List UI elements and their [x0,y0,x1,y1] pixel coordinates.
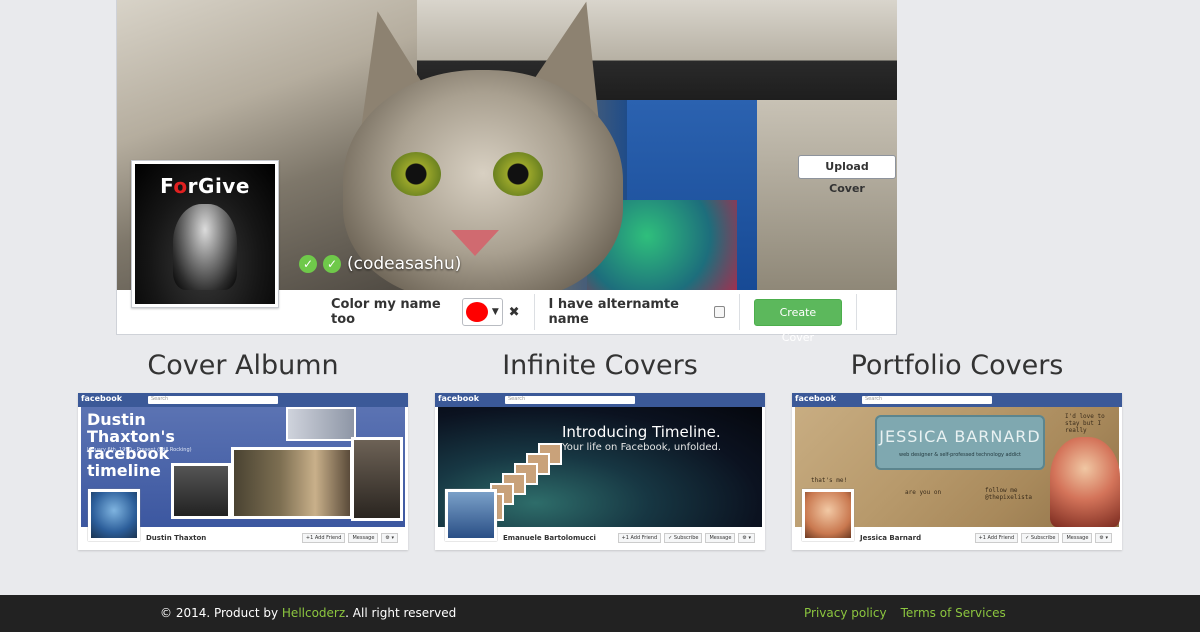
profile-name: Emanuele Bartolomucci [503,534,596,542]
site-footer: © 2014. Product by Hellcoderz. All right… [0,595,1200,632]
brand-link[interactable]: Hellcoderz [282,606,345,620]
profile-picture [88,489,140,541]
verified-icon: ✓ [323,255,341,273]
avatar-caption: ForGive [160,174,250,198]
privacy-policy-link[interactable]: Privacy policy [804,606,887,620]
facebook-logo: facebook [81,394,123,403]
facebook-header: facebook Search [792,393,1122,407]
search-field: Search [505,396,635,404]
message-button: Message [705,533,736,543]
divider [738,294,740,330]
gear-icon: ⚙ ▾ [381,533,398,543]
thumbnail-headline: Introducing Timeline. [562,423,721,441]
cover-toolbar: Color my name too ▼ ✖ I have alternamte … [331,290,871,344]
photo-frame [351,437,403,521]
thumbnail-headline: JESSICA BARNARD [879,427,1041,446]
cover-photo-wall [757,100,897,290]
gallery-title: Portfolio Covers [850,350,1064,381]
message-button: Message [1062,533,1093,543]
profile-picture [445,489,497,541]
add-friend-button: +1 Add Friend [617,533,662,543]
photo-frame [171,463,231,519]
subscribe-button: ✓ Subscribe [664,533,703,543]
gallery-title: Infinite Covers [502,350,698,381]
gear-icon: ⚙ ▾ [738,533,755,543]
search-field: Search [148,396,278,404]
joker-figure [173,204,237,290]
color-name-label: Color my name too [331,297,441,327]
photo-frame [231,447,353,519]
verified-icon: ✓ [299,255,317,273]
thumbnail-subline: Your life on Facebook, unfolded. [562,442,722,453]
terms-of-service-link[interactable]: Terms of Services [901,606,1006,620]
cover-username: (codeasashu) [347,254,462,274]
divider [856,294,858,330]
add-friend-button: +1 Add Friend [301,533,346,543]
create-cover-button[interactable]: Create Cover [753,298,843,344]
gallery-thumbnail[interactable]: facebook Search Dustin Thaxton's faceboo… [78,393,408,550]
gallery-thumbnail[interactable]: facebook Search JESSICA BARNARD web desi… [792,393,1122,550]
thumbnail-subline: January 6th, 1990 - Present (Still Rocki… [87,447,192,453]
facebook-header: facebook Search [78,393,408,407]
chevron-down-icon: ▼ [491,307,499,317]
message-button: Message [348,533,379,543]
profile-picture [802,489,854,541]
photo-frame [286,407,356,441]
doodle-note: follow me @thepixelista [985,487,1032,501]
cover-editor: ✓ ✓ (codeasashu) Upload Cover ForGive Co… [116,0,897,344]
profile-actions: +1 Add Friend Message ⚙ ▾ [301,533,398,543]
upload-cover-button[interactable]: Upload Cover [798,155,896,195]
gallery-thumbnail[interactable]: facebook Search Introducing Timeline. Yo… [435,393,765,550]
facebook-header: facebook Search [435,393,765,407]
name-overlay: ✓ ✓ (codeasashu) [299,250,461,278]
gallery-title: Cover Albumn [147,350,339,381]
name-banner: JESSICA BARNARD web designer & self-prof… [875,415,1045,470]
add-friend-button: +1 Add Friend [974,533,1019,543]
alternate-name-label: I have alternamte name [548,297,679,327]
doodle-note: are you on [905,489,942,496]
alternate-name-checkbox[interactable] [713,306,725,318]
pinup-illustration [1050,437,1120,527]
profile-actions: +1 Add Friend ✓ Subscribe Message ⚙ ▾ [974,533,1112,543]
profile-actions: +1 Add Friend ✓ Subscribe Message ⚙ ▾ [617,533,755,543]
cat-eye-right [493,152,543,196]
copyright: © 2014. Product by Hellcoderz. All right… [160,606,457,620]
profile-name: Dustin Thaxton [146,534,207,542]
footer-links: Privacy policy Terms of Services [804,606,1006,620]
color-swatch [465,302,488,322]
search-field: Search [862,396,992,404]
facebook-logo: facebook [438,394,480,403]
doodle-note: I'd love to stay but I really [1065,413,1105,434]
cat-eye-left [391,152,441,196]
profile-name: Jessica Barnard [860,534,922,542]
avatar-image: ForGive [135,164,275,304]
name-color-picker[interactable]: ▼ [462,298,503,326]
close-icon[interactable]: ✖ [509,305,520,320]
profile-avatar[interactable]: ForGive [131,160,279,308]
cover-gallery: Cover Albumn facebook Search Dustin Thax… [0,350,1200,560]
divider [533,294,535,330]
facebook-logo: facebook [795,394,837,403]
subscribe-button: ✓ Subscribe [1021,533,1060,543]
thumbnail-subline: web designer & self-professed technology… [898,452,1021,458]
gear-icon: ⚙ ▾ [1095,533,1112,543]
doodle-note: that's me! [811,477,848,484]
